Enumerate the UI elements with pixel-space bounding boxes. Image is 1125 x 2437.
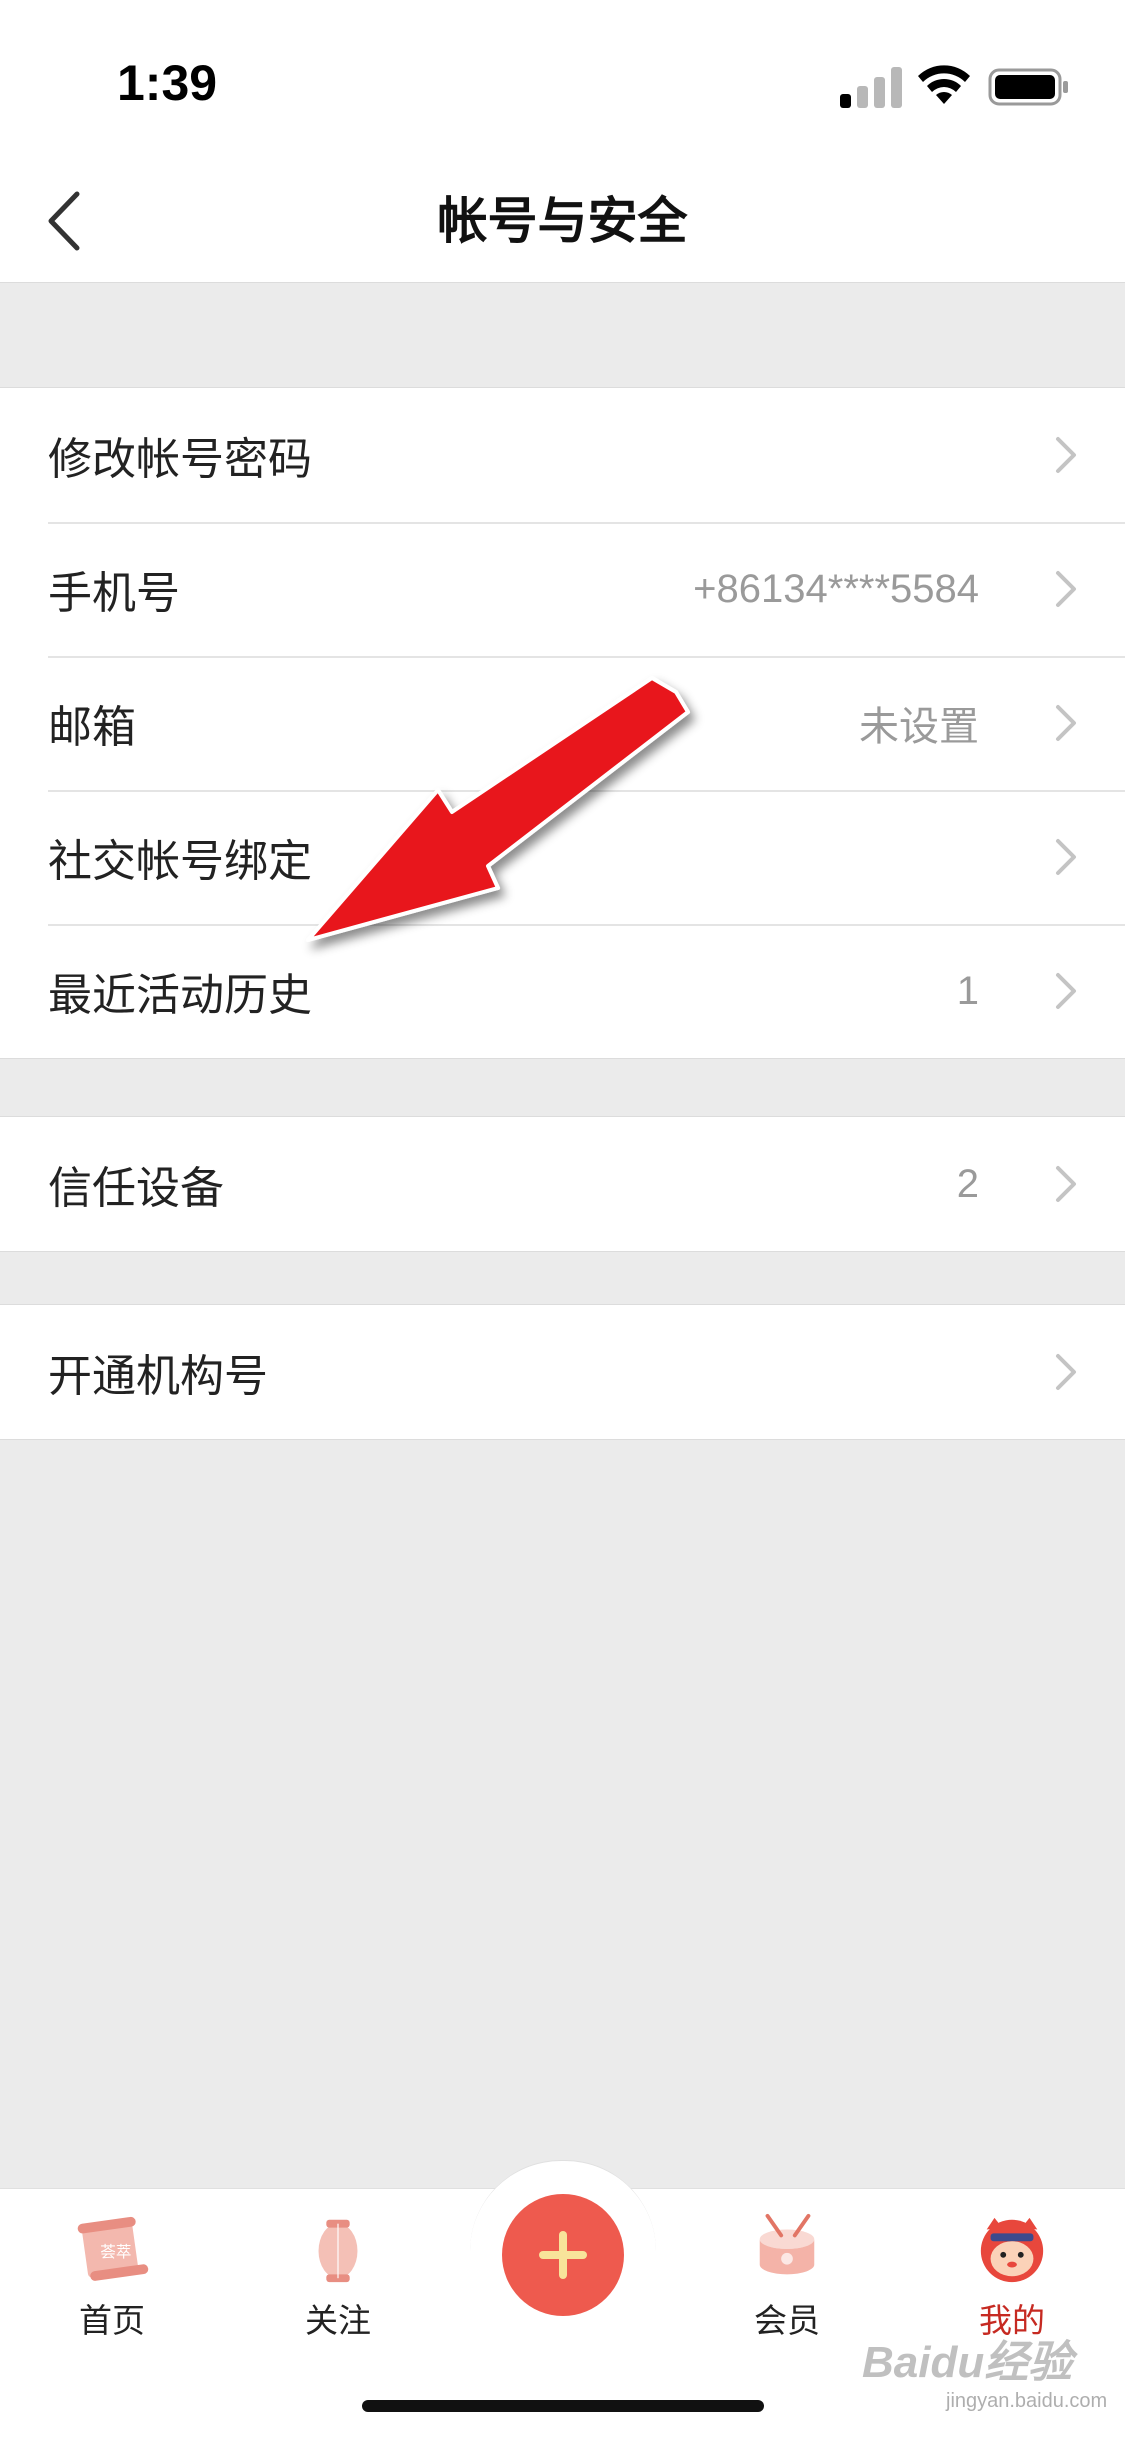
recent-activity-count: 1 xyxy=(956,968,979,1013)
email-value: 未设置 xyxy=(859,705,979,749)
chevron-right-icon xyxy=(1051,1349,1081,1395)
scroll-icon: 荟萃 xyxy=(77,2216,149,2281)
trusted-devices-count: 2 xyxy=(956,1161,979,1206)
status-bar: 1:39 xyxy=(0,0,1125,180)
row-social-binding[interactable]: 社交帐号绑定 xyxy=(0,790,1125,924)
row-label: 邮箱 xyxy=(48,702,136,753)
page-title: 帐号与安全 xyxy=(437,192,688,250)
wifi-icon xyxy=(918,65,970,104)
chevron-right-icon xyxy=(1051,432,1081,478)
row-label: 社交帐号绑定 xyxy=(48,836,312,887)
tab-home[interactable]: 荟萃 首页 xyxy=(22,2212,202,2342)
svg-text:荟萃: 荟萃 xyxy=(100,2243,131,2261)
settings-group-devices: 信任设备 2 xyxy=(0,1116,1125,1252)
tab-label: 关注 xyxy=(305,2301,371,2340)
row-open-organization-account[interactable]: 开通机构号 xyxy=(0,1305,1125,1439)
tab-follow[interactable]: 关注 xyxy=(248,2212,428,2342)
chevron-right-icon xyxy=(1051,566,1081,612)
navigation-bar: 帐号与安全 xyxy=(0,160,1125,283)
watermark-logo: Baidu经验 xyxy=(862,2338,1073,2387)
settings-group-account: 修改帐号密码 手机号 +86134****5584 邮箱 未设置 社交帐号绑定 … xyxy=(0,387,1125,1059)
tab-member[interactable]: 会员 xyxy=(697,2212,877,2342)
row-change-password[interactable]: 修改帐号密码 xyxy=(0,388,1125,522)
settings-group-organization: 开通机构号 xyxy=(0,1304,1125,1440)
row-trusted-devices[interactable]: 信任设备 2 xyxy=(0,1117,1125,1251)
row-label: 最近活动历史 xyxy=(48,970,312,1021)
row-label: 信任设备 xyxy=(48,1163,224,1214)
row-email[interactable]: 邮箱 未设置 xyxy=(0,656,1125,790)
row-recent-activity[interactable]: 最近活动历史 1 xyxy=(0,924,1125,1058)
lantern-icon xyxy=(318,2219,358,2283)
chevron-right-icon xyxy=(1051,1161,1081,1207)
tab-label: 会员 xyxy=(754,2301,820,2340)
row-phone-number[interactable]: 手机号 +86134****5584 xyxy=(0,522,1125,656)
row-label: 修改帐号密码 xyxy=(48,434,312,485)
plus-icon xyxy=(539,2231,587,2279)
row-label: 手机号 xyxy=(48,568,180,619)
chevron-right-icon xyxy=(1051,834,1081,880)
chevron-right-icon xyxy=(1051,700,1081,746)
battery-icon xyxy=(988,68,1068,106)
cellular-signal-icon xyxy=(840,67,902,108)
phone-number-value: +86134****5584 xyxy=(693,566,979,611)
tab-label: 首页 xyxy=(79,2301,145,2340)
tab-mine[interactable]: 我的 xyxy=(922,2212,1102,2342)
watermark-url: jingyan.baidu.com xyxy=(946,2390,1108,2412)
chevron-right-icon xyxy=(1051,968,1081,1014)
status-time: 1:39 xyxy=(117,55,218,111)
home-indicator xyxy=(362,2400,764,2412)
drum-icon xyxy=(759,2213,815,2275)
row-label: 开通机构号 xyxy=(48,1351,268,1402)
add-button[interactable] xyxy=(502,2194,624,2316)
tiger-avatar-icon xyxy=(980,2217,1044,2283)
